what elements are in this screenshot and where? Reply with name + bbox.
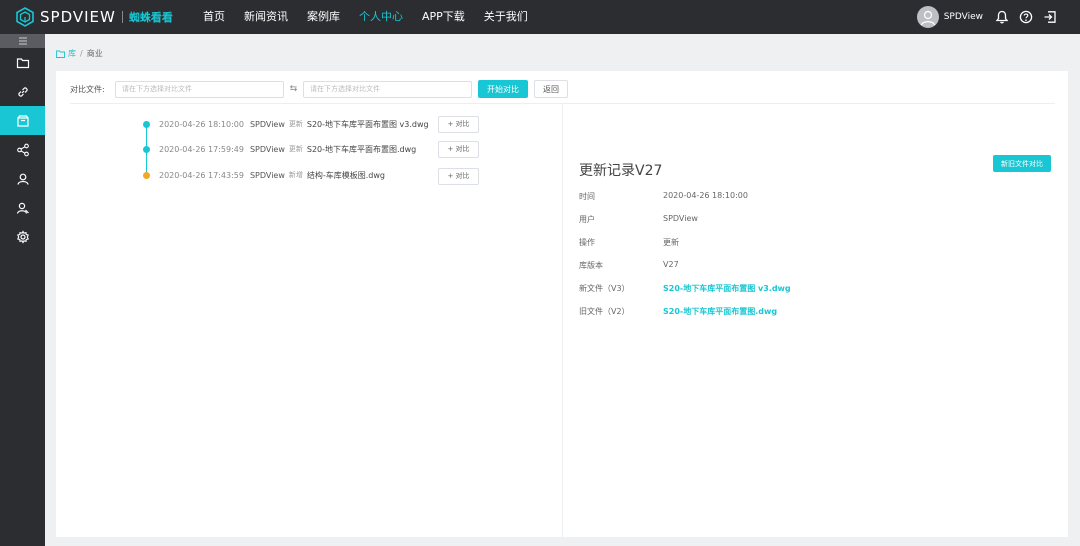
- link-icon: [17, 86, 28, 97]
- compare-file-right-input[interactable]: 请在下方选择对比文件: [303, 80, 472, 98]
- sidebar-item-share[interactable]: [0, 135, 45, 164]
- help-icon[interactable]: [1019, 10, 1033, 24]
- detail-field-time: 时间 2020-04-26 18:10:00: [579, 191, 748, 202]
- detail-field-user: 用户 SPDView: [579, 214, 698, 225]
- compare-panel: 对比文件: 请在下方选择对比文件 ⇆ 请在下方选择对比文件 开始对比 返回 20…: [56, 71, 1068, 537]
- menu-icon: [18, 37, 27, 45]
- timeline-dot: [143, 120, 150, 128]
- add-compare-button[interactable]: + 对比: [438, 141, 479, 158]
- breadcrumb-separator: /: [80, 49, 83, 58]
- detail-title: 更新记录V27: [579, 163, 663, 179]
- add-compare-button[interactable]: + 对比: [438, 116, 479, 133]
- user-icon: [16, 173, 29, 185]
- box-icon: [16, 114, 29, 127]
- bell-icon[interactable]: [995, 10, 1009, 24]
- folder-open-icon: [56, 50, 65, 58]
- field-value: 2020-04-26 18:10:00: [663, 191, 748, 200]
- sidebar: [0, 34, 45, 546]
- compare-file-left-input[interactable]: 请在下方选择对比文件: [115, 80, 284, 98]
- compare-label: 对比文件:: [70, 84, 105, 94]
- timeline-file[interactable]: S20-地下车库平面布置图.dwg: [307, 144, 416, 155]
- timeline-item[interactable]: 2020-04-26 17:43:59 SPDView 新增 结构-车库模板图.…: [142, 167, 385, 183]
- timeline-file[interactable]: S20-地下车库平面布置图 v3.dwg: [307, 119, 429, 130]
- column-divider: [562, 104, 563, 537]
- timeline-time: 2020-04-26 18:10:00: [159, 119, 244, 129]
- nav-about-us[interactable]: 关于我们: [484, 0, 528, 34]
- top-navbar: SPDVIEW 蜘蛛看看 首页 新闻资讯 案例库 个人中心 APP下载 关于我们…: [0, 0, 1080, 34]
- nav-personal-center[interactable]: 个人中心: [359, 0, 403, 34]
- share-icon: [16, 143, 29, 156]
- sidebar-item-folder[interactable]: [0, 48, 45, 77]
- brand-divider: [121, 11, 123, 23]
- nav-home[interactable]: 首页: [203, 0, 225, 34]
- timeline-user: SPDView: [249, 170, 285, 180]
- nav-cases[interactable]: 案例库: [307, 0, 340, 34]
- folder-icon: [16, 57, 29, 68]
- sidebar-item-user[interactable]: [0, 164, 45, 193]
- field-value: 更新: [663, 238, 679, 247]
- nav-app-download[interactable]: APP下载: [422, 0, 465, 34]
- timeline-file[interactable]: 结构-车库模板图.dwg: [307, 170, 385, 181]
- field-label: 新文件（V3）: [579, 284, 630, 293]
- compare-old-new-button[interactable]: 新旧文件对比: [993, 155, 1051, 172]
- nav-news[interactable]: 新闻资讯: [244, 0, 288, 34]
- detail-field-library-version: 库版本 V27: [579, 260, 679, 271]
- field-label: 库版本: [579, 261, 603, 270]
- timeline-action: 新增: [288, 171, 303, 179]
- timeline-item[interactable]: 2020-04-26 18:10:00 SPDView 更新 S20-地下车库平…: [142, 116, 429, 132]
- detail-field-new-file: 新文件（V3） S20-地下车库平面布置图 v3.dwg: [579, 283, 791, 294]
- user-menu[interactable]: SPDView: [916, 6, 983, 28]
- brand-subtitle: 蜘蛛看看: [128, 11, 173, 24]
- back-button[interactable]: 返回: [534, 80, 568, 98]
- sidebar-item-library[interactable]: [0, 106, 45, 135]
- breadcrumb: 库 / 商业: [56, 48, 103, 59]
- timeline-action: 更新: [288, 145, 303, 153]
- version-detail: 更新记录V27 新旧文件对比 时间 2020-04-26 18:10:00 用户…: [579, 155, 1059, 316]
- timeline-item[interactable]: 2020-04-26 17:59:49 SPDView 更新 S20-地下车库平…: [142, 141, 416, 157]
- sidebar-item-settings[interactable]: [0, 222, 45, 251]
- spdview-logo-icon: [16, 7, 34, 27]
- breadcrumb-current: 商业: [86, 49, 103, 58]
- timeline-dot: [143, 171, 150, 179]
- timeline-user: SPDView: [249, 119, 285, 129]
- detail-field-action: 操作 更新: [579, 237, 679, 248]
- timeline-user: SPDView: [249, 144, 285, 154]
- logout-icon[interactable]: [1043, 10, 1057, 24]
- field-label: 旧文件（V2）: [579, 307, 630, 316]
- timeline-time: 2020-04-26 17:43:59: [159, 170, 244, 180]
- timeline-dot: [143, 145, 150, 153]
- compare-bar: 对比文件: 请在下方选择对比文件 ⇆ 请在下方选择对比文件 开始对比 返回: [70, 80, 568, 98]
- field-label: 用户: [579, 215, 595, 224]
- username: SPDView: [943, 12, 983, 22]
- users-icon: [16, 202, 29, 214]
- brand-name: SPDVIEW: [40, 8, 116, 26]
- new-file-link[interactable]: S20-地下车库平面布置图 v3.dwg: [663, 283, 791, 294]
- avatar[interactable]: [916, 6, 939, 28]
- timeline-action: 更新: [288, 120, 303, 128]
- breadcrumb-root[interactable]: 库: [68, 48, 76, 59]
- gear-icon: [16, 229, 29, 244]
- field-label: 操作: [579, 238, 595, 247]
- start-compare-button[interactable]: 开始对比: [478, 80, 528, 98]
- main-nav: 首页 新闻资讯 案例库 个人中心 APP下载 关于我们: [203, 0, 547, 34]
- avatar-person-icon: [920, 10, 935, 26]
- sidebar-item-link[interactable]: [0, 77, 45, 106]
- old-file-link[interactable]: S20-地下车库平面布置图.dwg: [663, 306, 777, 317]
- field-label: 时间: [579, 192, 595, 201]
- swap-icon[interactable]: ⇆: [284, 84, 303, 94]
- field-value: SPDView: [663, 214, 698, 223]
- detail-field-old-file: 旧文件（V2） S20-地下车库平面布置图.dwg: [579, 306, 777, 317]
- sidebar-toggle[interactable]: [0, 34, 45, 48]
- add-compare-button[interactable]: + 对比: [438, 168, 479, 185]
- timeline-time: 2020-04-26 17:59:49: [159, 144, 244, 154]
- brand[interactable]: SPDVIEW 蜘蛛看看: [16, 7, 173, 27]
- main-content: 库 / 商业 对比文件: 请在下方选择对比文件 ⇆ 请在下方选择对比文件 开始对…: [45, 34, 1080, 546]
- field-value: V27: [663, 260, 679, 269]
- sidebar-item-users[interactable]: [0, 193, 45, 222]
